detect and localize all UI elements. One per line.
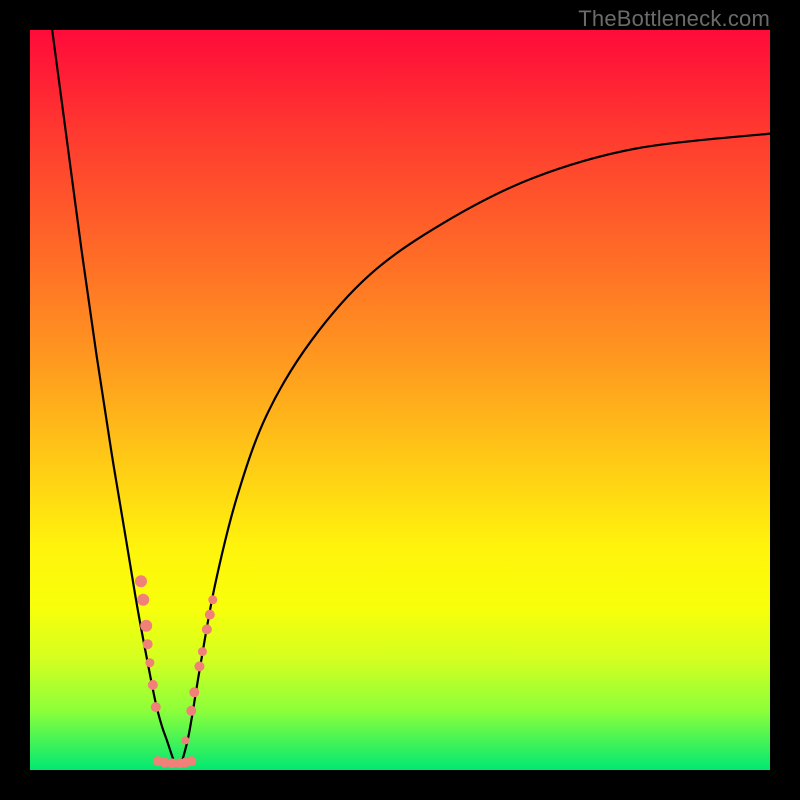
scatter-dot (151, 702, 161, 712)
scatter-dot (148, 680, 158, 690)
scatter-dot (202, 624, 212, 634)
scatter-dot (189, 687, 199, 697)
frame: TheBottleneck.com (0, 0, 800, 800)
scatter-dot (194, 661, 204, 671)
scatter-dot (135, 575, 147, 587)
scatter-dot (198, 647, 207, 656)
scatter-dot (208, 595, 217, 604)
curve-right-arm (182, 134, 770, 763)
scatter-dot (145, 658, 154, 667)
chart-svg (30, 30, 770, 770)
scatter-dot (205, 610, 215, 620)
scatter-dot (143, 639, 153, 649)
scatter-dot (186, 706, 196, 716)
scatter-dot (186, 756, 196, 766)
scatter-markers (135, 575, 217, 768)
scatter-dot (181, 736, 189, 744)
scatter-dot (137, 594, 149, 606)
attribution-text: TheBottleneck.com (578, 6, 770, 32)
curve-left-arm (52, 30, 174, 763)
scatter-dot (140, 620, 152, 632)
